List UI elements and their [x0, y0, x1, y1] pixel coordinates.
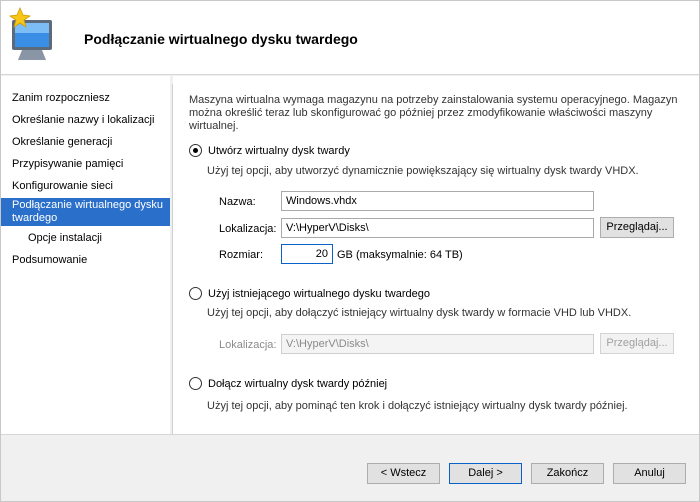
cancel-button[interactable]: Anuluj [613, 463, 686, 484]
existing-vhd-option[interactable]: Użyj istniejącego wirtualnego dysku twar… [189, 287, 430, 300]
existing-vhd-radio[interactable] [189, 287, 202, 300]
next-button[interactable]: Dalej > [449, 463, 522, 484]
attach-later-label: Dołącz wirtualny dysk twardy później [208, 377, 388, 390]
vhd-size-unit: GB (maksymalnie: 64 TB) [337, 249, 463, 261]
attach-later-option[interactable]: Dołącz wirtualny dysk twardy później [189, 377, 387, 390]
vhd-name-label: Nazwa: [219, 196, 256, 208]
sidebar-item-name-location[interactable]: Określanie nazwy i lokalizacji [0, 114, 170, 127]
existing-vhd-label: Użyj istniejącego wirtualnego dysku twar… [208, 287, 430, 300]
page-description: Maszyna wirtualna wymaga magazynu na pot… [189, 94, 678, 132]
browse-button[interactable]: Przeglądaj... [600, 217, 674, 238]
create-vhd-option[interactable]: Utwórz wirtualny dysk twardy [189, 144, 350, 157]
existing-browse-button[interactable]: Przeglądaj... [600, 333, 674, 354]
vhd-location-label: Lokalizacja: [219, 223, 277, 235]
sidebar-item-before-you-begin[interactable]: Zanim rozpoczniesz [0, 92, 170, 105]
sidebar-item-installation-options[interactable]: Opcje instalacji [0, 232, 170, 245]
main-panel: Maszyna wirtualna wymaga magazynu na pot… [173, 76, 700, 434]
sidebar-item-virtual-hard-disk[interactable]: Podłączanie wirtualnego dysku twardego [0, 198, 170, 226]
existing-vhd-hint: Użyj tej opcji, aby dołączyć istniejący … [207, 307, 632, 319]
vhd-size-label: Rozmiar: [219, 249, 264, 261]
wizard-monitor-star-icon [8, 6, 52, 60]
create-vhd-label: Utwórz wirtualny dysk twardy [208, 144, 350, 157]
sidebar-item-generation[interactable]: Określanie generacji [0, 136, 170, 149]
attach-later-hint: Użyj tej opcji, aby pominąć ten krok i d… [207, 400, 628, 412]
attach-later-radio[interactable] [189, 377, 202, 390]
existing-location-label: Lokalizacja: [219, 339, 277, 351]
sidebar-item-networking[interactable]: Konfigurowanie sieci [0, 180, 170, 193]
existing-location-field[interactable]: V:\HyperV\Disks\ [281, 334, 594, 354]
sidebar-item-summary[interactable]: Podsumowanie [0, 254, 170, 267]
wizard-header: Podłączanie wirtualnego dysku twardego [0, 0, 700, 75]
sidebar-item-memory[interactable]: Przypisywanie pamięci [0, 158, 170, 171]
create-vhd-hint: Użyj tej opcji, aby utworzyć dynamicznie… [207, 165, 639, 177]
vhd-size-field[interactable]: 20 [281, 244, 333, 264]
finish-button[interactable]: Zakończ [531, 463, 604, 484]
vhd-name-field[interactable]: Windows.vhdx [281, 191, 594, 211]
back-button[interactable]: < Wstecz [367, 463, 440, 484]
page-title: Podłączanie wirtualnego dysku twardego [84, 31, 358, 47]
vhd-location-field[interactable]: V:\HyperV\Disks\ [281, 218, 594, 238]
wizard-steps-nav: Zanim rozpoczniesz Określanie nazwy i lo… [0, 76, 170, 434]
create-vhd-radio[interactable] [189, 144, 202, 157]
footer-divider [0, 434, 700, 435]
